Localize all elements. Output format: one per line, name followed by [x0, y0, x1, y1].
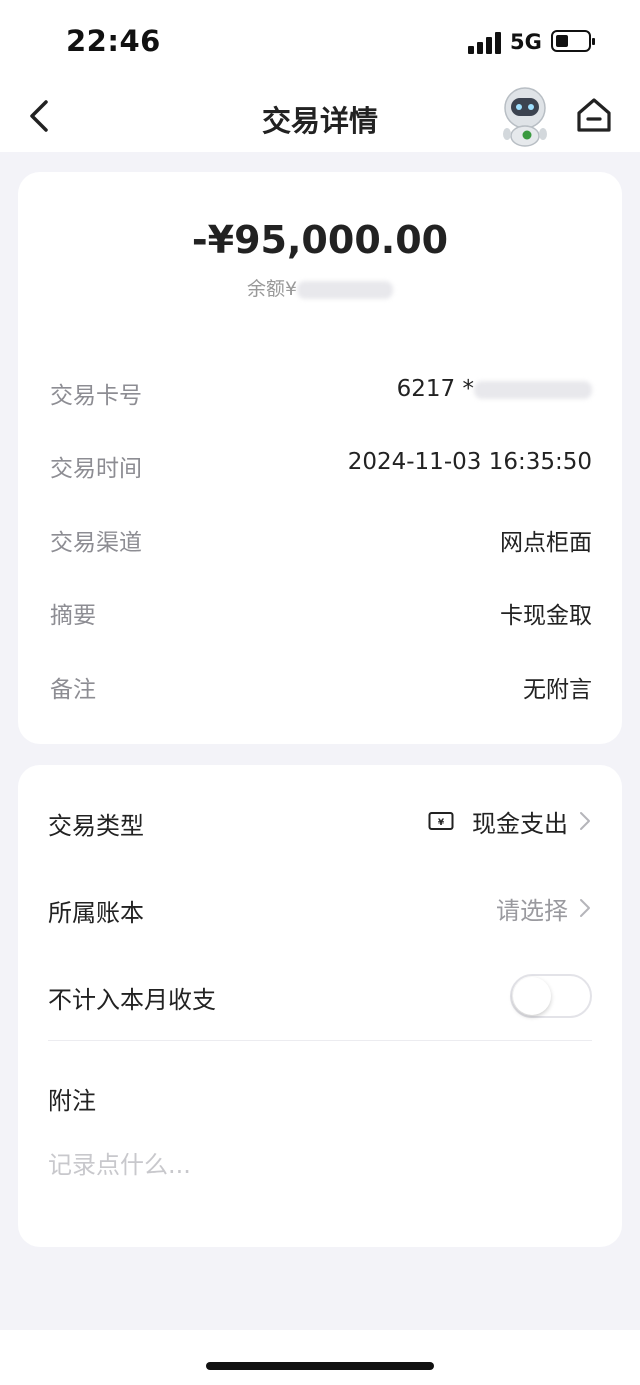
option-label: 不计入本月收支 [48, 986, 216, 1014]
chevron-right-icon [580, 899, 590, 917]
chevron-right-icon [580, 812, 590, 830]
detail-row-time: 交易时间 2024-11-03 16:35:50 [50, 443, 592, 483]
transaction-type-row[interactable]: 交易类型 ¥ 现金支出 [48, 798, 592, 842]
note-row: 附注 [48, 1073, 592, 1117]
status-time: 22:46 [66, 24, 161, 58]
detail-value: 2024-11-03 16:35:50 [347, 449, 592, 475]
home-indicator[interactable] [206, 1362, 434, 1370]
exclude-monthly-toggle[interactable] [510, 974, 592, 1018]
toggle-knob [513, 977, 551, 1015]
robot-mascot-icon[interactable] [497, 84, 553, 148]
detail-label: 摘要 [50, 603, 96, 629]
detail-value: 无附言 [523, 677, 592, 703]
svg-text:¥: ¥ [438, 818, 445, 828]
option-label: 所属账本 [48, 899, 144, 927]
option-label: 交易类型 [48, 812, 144, 840]
cash-icon: ¥ [428, 812, 454, 830]
network-label: 5G [510, 30, 542, 54]
balance-label: 余额¥ [246, 278, 298, 300]
detail-row-card-number: 交易卡号 6217 * [50, 370, 592, 410]
detail-value: 卡现金取 [500, 603, 592, 629]
exclude-monthly-row: 不计入本月收支 [48, 972, 592, 1018]
nav-bar: 交易详情 [0, 80, 640, 152]
detail-label: 交易渠道 [50, 530, 142, 556]
signal-icon [468, 32, 502, 54]
transaction-type-value: 现金支出 [472, 809, 568, 838]
note-label: 附注 [48, 1087, 96, 1115]
detail-row-remark: 备注 无附言 [50, 664, 592, 704]
detail-value: 6217 * [397, 376, 592, 402]
transaction-amount: -¥95,000.00 [191, 218, 449, 262]
divider [48, 1040, 592, 1041]
detail-label: 交易卡号 [50, 383, 142, 409]
detail-value: 网点柜面 [500, 530, 592, 556]
detail-row-channel: 交易渠道 网点柜面 [50, 517, 592, 557]
battery-icon [551, 30, 595, 52]
status-bar: 22:46 5G [0, 0, 640, 80]
bottom-area [0, 1330, 640, 1385]
detail-label: 交易时间 [50, 456, 142, 482]
detail-label: 备注 [50, 677, 96, 703]
note-input[interactable]: 记录点什么... [48, 1145, 191, 1180]
transaction-detail-card: -¥95,000.00 余额¥ 交易卡号 6217 * 交易时间 2024-11… [18, 172, 622, 744]
account-book-row[interactable]: 所属账本 请选择 [48, 885, 592, 929]
balance-redacted [297, 280, 394, 299]
card-number-redacted [474, 380, 592, 399]
transaction-options-card: 交易类型 ¥ 现金支出 所属账本 请选择 不计入本月收支 附注 记录点什么... [18, 765, 622, 1247]
balance-line: 余额¥ [18, 274, 622, 301]
detail-row-summary: 摘要 卡现金取 [50, 590, 592, 630]
home-icon[interactable] [576, 96, 612, 134]
account-book-value: 请选择 [496, 896, 568, 925]
